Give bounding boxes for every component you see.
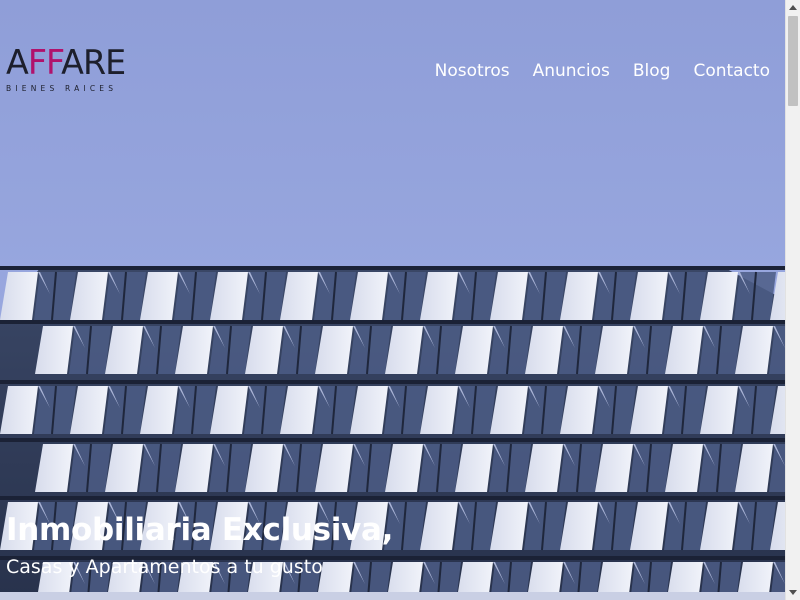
hero-section: AFFARE BIENES RAICES Nosotros Anuncios B… [0,0,785,600]
page: AFFARE BIENES RAICES Nosotros Anuncios B… [0,0,800,600]
scroll-thumb[interactable] [788,16,798,106]
logo-wordmark: AFFARE [6,43,126,83]
hero-subtitle: Casas y Apartamentos a tu gusto [6,556,323,578]
nav-item-blog[interactable]: Blog [633,60,671,82]
logo[interactable]: AFFARE BIENES RAICES [6,43,126,96]
main-nav: Nosotros Anuncios Blog Contacto [412,60,770,82]
scroll-up-arrow-icon[interactable] [789,5,797,10]
scroll-down-arrow-icon[interactable] [789,590,797,595]
nav-item-contacto[interactable]: Contacto [693,60,770,82]
nav-item-anuncios[interactable]: Anuncios [533,60,610,82]
nav-item-nosotros[interactable]: Nosotros [435,60,510,82]
vertical-scrollbar[interactable] [785,0,800,600]
hero-title: Inmobiliaria Exclusiva, [6,512,394,548]
logo-tagline: BIENES RAICES [6,84,118,93]
